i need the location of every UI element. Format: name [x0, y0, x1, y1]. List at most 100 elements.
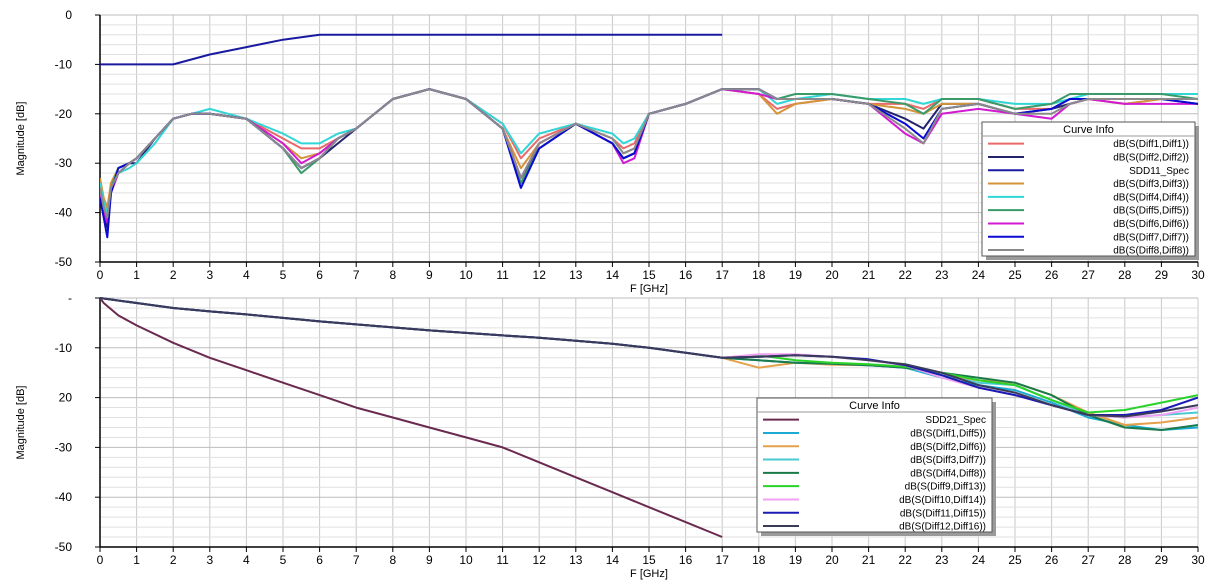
x-tick-label: 24	[972, 268, 986, 282]
y-tick-label: -30	[55, 156, 73, 170]
x-tick-label: 25	[1008, 268, 1022, 282]
legend-entry: dB(S(Diff7,Diff7))	[1113, 232, 1189, 243]
x-tick-label: 21	[862, 553, 876, 567]
legend-entry: dB(S(Diff3,Diff7))	[910, 455, 986, 466]
y-tick-label: 0	[65, 8, 72, 22]
x-tick-label: 22	[899, 268, 913, 282]
y-tick-label: -50	[55, 255, 73, 269]
x-tick-label: 2	[170, 268, 177, 282]
x-axis-label: F [GHz]	[630, 283, 668, 295]
legend-entry: dB(S(Diff3,Diff3))	[1113, 179, 1189, 190]
x-tick-label: 20	[825, 268, 839, 282]
legend-entry: dB(S(Diff10,Diff14))	[899, 495, 986, 506]
y-tick-label: 20	[59, 391, 73, 405]
x-tick-label: 13	[569, 553, 583, 567]
legend-entry: dB(S(Diff4,Diff8))	[910, 468, 986, 479]
x-tick-label: 18	[752, 268, 766, 282]
x-tick-label: 4	[243, 553, 250, 567]
legend-entry: dB(S(Diff9,Diff13))	[905, 482, 986, 493]
x-tick-label: 28	[1118, 268, 1132, 282]
x-tick-label: 16	[679, 553, 693, 567]
x-tick-label: 9	[426, 268, 433, 282]
legend: Curve Info dB(S(Diff1,Diff1)) dB(S(Diff2,D…	[981, 121, 1199, 260]
legend-entry: dB(S(Diff4,Diff4))	[1113, 192, 1189, 203]
legend-entry: dB(S(Diff8,Diff8))	[1113, 246, 1189, 257]
x-tick-label: 2	[170, 553, 177, 567]
x-tick-label: 11	[496, 553, 509, 567]
x-tick-label: 29	[1155, 268, 1169, 282]
x-tick-label: 11	[496, 268, 509, 282]
legend-entry: dB(S(Diff2,Diff6))	[910, 442, 986, 453]
x-tick-label: 6	[316, 553, 323, 567]
x-tick-label: 9	[426, 553, 433, 567]
x-tick-label: 27	[1082, 268, 1096, 282]
x-tick-label: 15	[642, 268, 656, 282]
x-tick-label: 27	[1082, 553, 1096, 567]
x-axis-label: F [GHz]	[630, 568, 668, 580]
x-tick-label: 23	[935, 268, 949, 282]
y-tick-label: -10	[55, 57, 73, 71]
x-tick-label: 16	[679, 268, 693, 282]
x-tick-label: 8	[389, 553, 396, 567]
legend-entry: dB(S(Diff5,Diff5))	[1113, 206, 1189, 217]
x-tick-label: 10	[459, 553, 473, 567]
x-tick-label: 4	[243, 268, 250, 282]
legend-entry: dB(S(Diff11,Diff15))	[900, 508, 986, 519]
y-tick-label: -30	[55, 440, 73, 454]
x-tick-label: 23	[935, 553, 949, 567]
y-tick-label: -	[68, 291, 72, 305]
x-tick-label: 26	[1045, 553, 1059, 567]
x-tick-label: 14	[606, 268, 620, 282]
y-tick-label: -10	[55, 341, 73, 355]
x-tick-label: 7	[353, 268, 360, 282]
x-tick-label: 19	[789, 268, 803, 282]
y-tick-label: -20	[55, 107, 73, 121]
y-tick-label: -50	[55, 540, 73, 554]
x-tick-label: 12	[533, 553, 547, 567]
x-tick-label: 3	[206, 268, 213, 282]
x-tick-label: 22	[899, 553, 913, 567]
y-tick-label: -40	[55, 206, 73, 220]
x-tick-label: 7	[353, 553, 360, 567]
x-tick-label: 5	[280, 268, 287, 282]
chart-2: 0 1 2 3 4 5 6 7 8 9 10 11 12 13 14 15 16 17 18 19 20 21 22 23 24…	[15, 291, 1205, 580]
legend-title: Curve Info	[1063, 124, 1114, 136]
x-tick-label: 21	[862, 268, 876, 282]
x-tick-label: 6	[316, 268, 323, 282]
x-tick-label: 12	[533, 268, 547, 282]
legend-entry: dB(S(Diff6,Diff6))	[1113, 219, 1189, 230]
legend-entry: dB(S(Diff1,Diff1))	[1113, 139, 1189, 150]
legend-entry: SDD21_Spec	[925, 415, 986, 426]
x-tick-label: 5	[280, 553, 287, 567]
x-tick-label: 1	[133, 553, 140, 567]
x-tick-label: 0	[97, 268, 104, 282]
x-tick-label: 8	[389, 268, 396, 282]
x-tick-label: 25	[1008, 553, 1022, 567]
legend-entry: dB(S(Diff12,Diff16))	[899, 522, 986, 533]
chart-1: 0 1 2 3 4 5 6 7 8 9 10 11 12 13 14 15 16 17 18 19 20 21 22 23 24…	[15, 8, 1205, 295]
legend: Curve Info SDD21_Spec dB(S(Diff1,Diff5)) dB…	[756, 397, 996, 536]
legend-entry: SDD11_Spec	[1129, 166, 1189, 177]
x-tick-label: 10	[459, 268, 473, 282]
legend-entry: dB(S(Diff1,Diff5))	[910, 428, 986, 439]
legend-title: Curve Info	[849, 400, 900, 412]
x-tick-label: 14	[606, 553, 620, 567]
x-tick-label: 13	[569, 268, 583, 282]
x-tick-label: 20	[825, 553, 839, 567]
x-tick-label: 15	[642, 553, 656, 567]
x-tick-label: 30	[1191, 268, 1205, 282]
y-tick-label: -40	[55, 490, 73, 504]
legend-entry: dB(S(Diff2,Diff2))	[1113, 152, 1189, 163]
y-axis-label: Magnitude [dB]	[15, 102, 27, 176]
x-tick-label: 29	[1155, 553, 1169, 567]
x-tick-label: 0	[97, 553, 104, 567]
x-tick-label: 24	[972, 553, 986, 567]
x-tick-label: 17	[716, 268, 730, 282]
x-tick-label: 18	[752, 553, 766, 567]
s-parameter-plots: 0 1 2 3 4 5 6 7 8 9 10 11 12 13 14 15 16 17 18 19 20 21 22 23 24…	[15, 8, 1205, 580]
y-axis-label: Magnitude [dB]	[15, 386, 27, 460]
x-tick-label: 30	[1191, 553, 1205, 567]
x-tick-label: 28	[1118, 553, 1132, 567]
x-tick-label: 3	[206, 553, 213, 567]
x-tick-label: 19	[789, 553, 803, 567]
